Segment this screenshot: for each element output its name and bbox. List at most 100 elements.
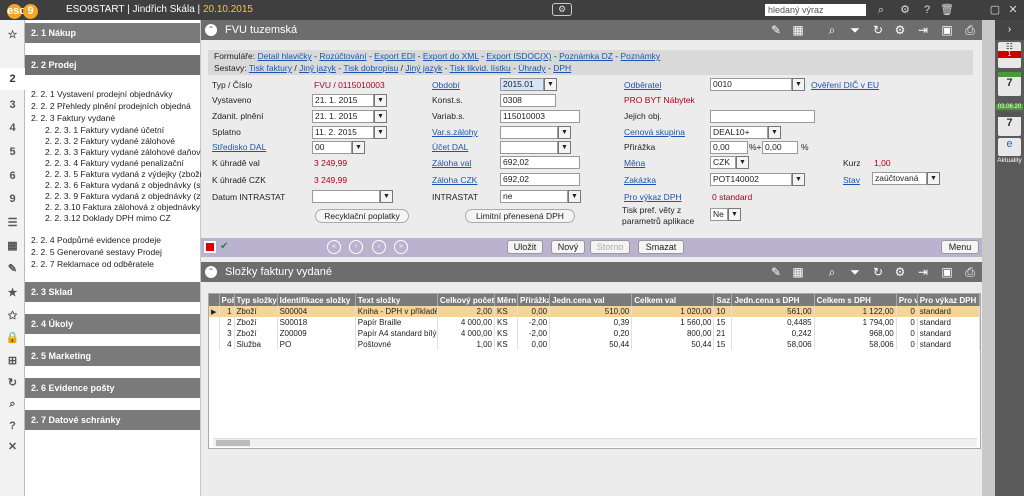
find-icon[interactable]: ⌕	[0, 393, 25, 415]
nav-item[interactable]: 2. 2. 5 Generované sestavy Prodej	[31, 247, 162, 257]
column-header[interactable]: Text složky	[355, 294, 438, 306]
window-toggle-icon[interactable]: ▢	[988, 3, 1002, 17]
tree-icon[interactable]: ⊞	[0, 350, 25, 372]
print-icon[interactable]: ⎙	[961, 263, 979, 281]
mena-field[interactable]: CZK	[710, 156, 736, 169]
table-cell[interactable]: 0	[896, 339, 918, 350]
nav-section-prodej[interactable]: 2. 2 Prodej	[25, 55, 200, 75]
table-cell[interactable]: KS	[494, 328, 519, 339]
link-export-edi[interactable]: Export EDI	[374, 51, 415, 61]
stredisko-field[interactable]: 00	[312, 141, 352, 154]
table-cell[interactable]: 0,242	[731, 328, 815, 339]
obdobi-link[interactable]: Období	[432, 80, 460, 90]
column-header[interactable]: Jedn.cena val	[549, 294, 633, 306]
column-header[interactable]: Přirážka	[517, 294, 551, 306]
nav-item[interactable]: 2. 2. 1 Vystavení prodejní objednávky	[31, 89, 172, 99]
column-header[interactable]: Poř	[219, 294, 235, 306]
edit-icon[interactable]: ✎	[767, 21, 785, 39]
module-4-button[interactable]: 4	[0, 117, 25, 139]
column-header[interactable]: Celkem s DPH	[814, 294, 897, 306]
table-cell[interactable]: 0,39	[549, 317, 633, 328]
odberatel-field[interactable]: 0010	[710, 78, 792, 91]
limitni-dph-button[interactable]: Limitní přenesená DPH	[465, 209, 575, 223]
table-cell[interactable]: 1	[219, 306, 235, 317]
row-selector[interactable]	[209, 339, 220, 350]
table-cell[interactable]: 0,4485	[731, 317, 815, 328]
table-cell[interactable]: -2,00	[517, 328, 551, 339]
stav-field[interactable]: zaúčtovaná	[872, 172, 927, 185]
favorites-star-icon[interactable]: ☆	[0, 24, 25, 46]
var-zalohy-field[interactable]	[500, 126, 558, 139]
zakazka-link[interactable]: Zakázka	[624, 175, 656, 185]
table-cell[interactable]: standard	[917, 317, 981, 328]
link-dph[interactable]: DPH	[553, 63, 571, 73]
refresh-icon[interactable]: ↻	[869, 21, 887, 39]
table-cell[interactable]: 2,00	[437, 306, 496, 317]
row-selector-arrow-icon[interactable]: ▶	[209, 306, 220, 317]
table-cell[interactable]: standard	[917, 306, 981, 317]
table-cell[interactable]: Služba	[234, 339, 278, 350]
table-cell[interactable]: S00004	[277, 306, 356, 317]
next-record-icon[interactable]: ›	[372, 240, 386, 254]
link-jiny-jazyk-2[interactable]: Jiný jazyk	[405, 63, 442, 73]
table-cell[interactable]: Kniha - DPH v příkladě	[355, 306, 438, 317]
table-cell[interactable]: Papír A4 standard bílý	[355, 328, 438, 339]
filter-icon[interactable]: ⏷	[846, 21, 864, 39]
nav-item[interactable]: 2. 2. 7 Reklamace od odběratele	[31, 259, 154, 269]
datum-intrastat-dropdown-icon[interactable]: ▼	[380, 190, 393, 203]
overeni-dic-link[interactable]: Ověření DIČ v EU	[811, 80, 879, 90]
table-cell[interactable]: 15	[713, 317, 733, 328]
splatno-field[interactable]: 11. 2. 2015	[312, 126, 374, 139]
excel-icon[interactable]: ▣	[938, 21, 956, 39]
column-header[interactable]: Saz	[713, 294, 733, 306]
table-cell[interactable]: 0,00	[517, 306, 551, 317]
table-cell[interactable]: 3	[219, 328, 235, 339]
table-cell[interactable]: PO	[277, 339, 356, 350]
zakazka-field[interactable]: POT140002	[710, 173, 792, 186]
ucet-dal-field[interactable]	[500, 141, 558, 154]
nav-item[interactable]: 2. 2. 3. 3 Faktury vydané zálohové daňov…	[45, 147, 205, 157]
table-cell[interactable]: 4 000,00	[437, 328, 496, 339]
module-3-button[interactable]: 3	[0, 94, 25, 116]
table-cell[interactable]: Zboží	[234, 328, 278, 339]
search-icon[interactable]: ⌕	[823, 263, 841, 281]
table-cell[interactable]: Papír Braille	[355, 317, 438, 328]
nav-section-posta[interactable]: 2. 6 Evidence pošty	[25, 378, 200, 398]
table-cell[interactable]: S00018	[277, 317, 356, 328]
link-poznamky[interactable]: Poznámky	[620, 51, 660, 61]
close-icon[interactable]: ✕	[1006, 3, 1020, 17]
link-export-isdoc[interactable]: Export ISDOC(X)	[486, 51, 551, 61]
table-cell[interactable]: 800,00	[631, 328, 715, 339]
help-icon[interactable]: ?	[920, 3, 934, 17]
print-icon[interactable]: ⎙	[961, 21, 979, 39]
link-rozuctovani[interactable]: Rozúčtování	[319, 51, 366, 61]
odberatel-link[interactable]: Odběratel	[624, 80, 661, 90]
table-cell[interactable]: standard	[917, 328, 981, 339]
stredisko-link[interactable]: Středisko DAL	[212, 142, 266, 152]
nav-item[interactable]: 2. 2. 3. 5 Faktura vydaná z výdejky (zbo…	[45, 169, 205, 179]
column-header[interactable]: Identifikace složky	[277, 294, 356, 306]
table-cell[interactable]: 1 560,00	[631, 317, 715, 328]
nav-item[interactable]: 2. 2. 2 Přehledy plnění prodejních objed…	[31, 101, 191, 111]
zaloha-val-field[interactable]: 692,02	[500, 156, 580, 169]
table-row[interactable]: 3 Zboží Z00009 Papír A4 standard bílý 4 000,…	[209, 328, 981, 339]
export-icon[interactable]: ⇥	[914, 21, 932, 39]
module-2-button[interactable]: 2	[0, 68, 25, 90]
user-settings-icon[interactable]: ⚙	[891, 263, 909, 281]
table-cell[interactable]: 0,00	[517, 339, 551, 350]
tisk-pref-dropdown-icon[interactable]: ▼	[728, 208, 741, 221]
menu-button[interactable]: Menu	[941, 240, 979, 254]
report-icon[interactable]: ▦	[0, 235, 25, 257]
grid-icon[interactable]: ▦	[789, 21, 807, 39]
nav-section-marketing[interactable]: 2. 5 Marketing	[25, 346, 200, 366]
table-row[interactable]: 2 Zboží S00018 Papír Braille 4 000,00 KS -2,00…	[209, 317, 981, 328]
stop-icon[interactable]	[204, 241, 216, 253]
link-tisk-faktury[interactable]: Tisk faktury	[249, 63, 292, 73]
module-6-button[interactable]: 6	[0, 165, 25, 187]
table-cell[interactable]: 0	[896, 317, 918, 328]
table-cell[interactable]: standard	[917, 339, 981, 350]
table-cell[interactable]: KS	[494, 306, 519, 317]
table-cell[interactable]: 10	[713, 306, 733, 317]
link-poznamka-dz[interactable]: Poznámka DZ	[559, 51, 613, 61]
module-5-button[interactable]: 5	[0, 141, 25, 163]
